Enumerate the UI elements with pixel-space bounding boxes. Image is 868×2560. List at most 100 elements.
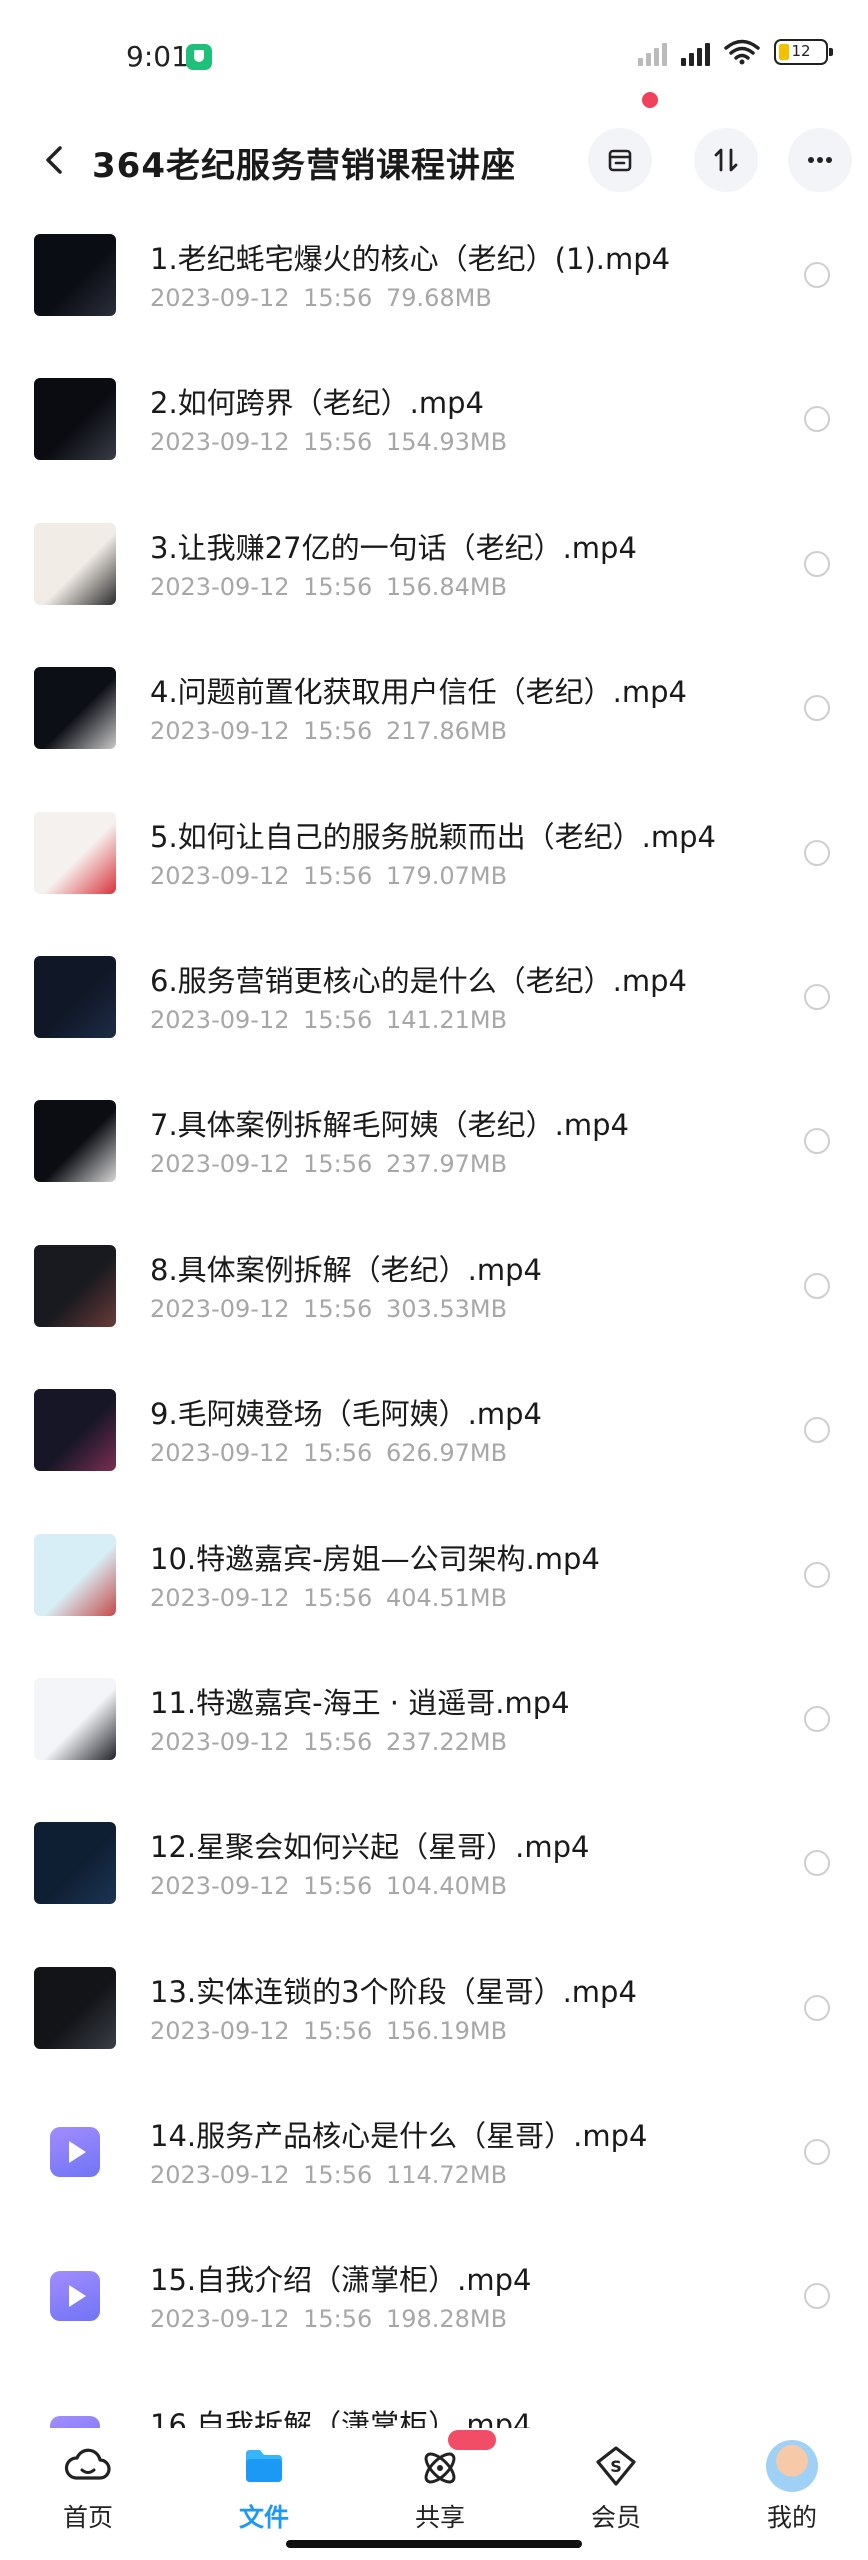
nav-share[interactable]: 共享 — [380, 2430, 500, 2540]
file-name: 10.特邀嘉宾-房姐—公司架构.mp4 — [150, 1541, 600, 1576]
back-button[interactable] — [30, 134, 82, 186]
sort-button[interactable] — [694, 128, 758, 192]
file-row[interactable]: 2.如何跨界（老纪）.mp4 2023-09-12 15:56 154.93MB — [0, 358, 868, 502]
share-badge — [448, 2430, 496, 2450]
file-time: 15:56 — [303, 1439, 373, 1468]
select-checkbox[interactable] — [804, 406, 830, 433]
video-thumbnail — [34, 234, 116, 316]
nav-files[interactable]: 文件 — [204, 2440, 324, 2540]
archive-button[interactable] — [588, 128, 652, 192]
file-date: 2023-09-12 — [150, 2161, 290, 2190]
file-row[interactable]: 10.特邀嘉宾-房姐—公司架构.mp4 2023-09-12 15:56 404.… — [0, 1514, 868, 1658]
file-time: 15:56 — [303, 1150, 373, 1179]
file-row[interactable]: 9.毛阿姨登场（毛阿姨）.mp4 2023-09-12 15:56 626.97M… — [0, 1369, 868, 1513]
more-button[interactable] — [788, 128, 852, 192]
file-time: 15:56 — [303, 428, 373, 457]
file-row[interactable]: 4.问题前置化获取用户信任（老纪）.mp4 2023-09-12 15:56 21… — [0, 647, 868, 791]
select-checkbox[interactable] — [804, 550, 830, 577]
select-checkbox[interactable] — [804, 695, 830, 722]
file-time: 15:56 — [303, 572, 373, 601]
file-size: 104.40MB — [385, 1872, 508, 1901]
file-date: 2023-09-12 — [150, 2016, 290, 2045]
file-time: 15:56 — [303, 2305, 373, 2334]
file-name: 6.服务营销更核心的是什么（老纪）.mp4 — [150, 963, 687, 998]
file-time: 15:56 — [303, 717, 373, 746]
file-size: 156.84MB — [385, 572, 508, 601]
home-cloud-icon — [62, 2440, 114, 2492]
file-row[interactable]: 13.实体连锁的3个阶段（星哥）.mp4 2023-09-12 15:56 156… — [0, 1947, 868, 2091]
file-row[interactable]: 1.老纪蚝宅爆火的核心（老纪）(1).mp4 2023-09-12 15:56 7… — [0, 214, 868, 358]
video-thumbnail — [34, 1533, 116, 1616]
file-name: 11.特邀嘉宾-海王 · 逍遥哥.mp4 — [150, 1685, 570, 1720]
file-name: 2.如何跨界（老纪）.mp4 — [150, 386, 484, 421]
file-name: 4.问题前置化获取用户信任（老纪）.mp4 — [150, 675, 687, 710]
file-time: 15:56 — [303, 1005, 373, 1034]
file-size: 156.19MB — [385, 2016, 508, 2045]
file-size: 303.53MB — [385, 1294, 508, 1323]
file-meta: 2023-09-12 15:56 237.22MB — [150, 1728, 507, 1756]
select-checkbox[interactable] — [804, 2283, 830, 2310]
file-time: 15:56 — [303, 1872, 373, 1901]
file-date: 2023-09-12 — [150, 717, 290, 746]
nav-profile[interactable]: 我的 — [732, 2440, 852, 2540]
file-row[interactable]: 12.星聚会如何兴起（星哥）.mp4 2023-09-12 15:56 104.4… — [0, 1802, 868, 1946]
file-size: 141.21MB — [385, 1005, 508, 1034]
file-size: 154.93MB — [385, 428, 508, 457]
video-thumbnail — [34, 811, 116, 894]
file-list: 1.老纪蚝宅爆火的核心（老纪）(1).mp4 2023-09-12 15:56 7… — [0, 214, 868, 2524]
select-checkbox[interactable] — [804, 1850, 830, 1877]
file-row[interactable]: 8.具体案例拆解（老纪）.mp4 2023-09-12 15:56 303.53M… — [0, 1225, 868, 1369]
file-time: 15:56 — [303, 2016, 373, 2045]
file-meta: 2023-09-12 15:56 154.93MB — [150, 428, 507, 456]
file-size: 79.68MB — [385, 284, 492, 312]
status-icons: 12 — [638, 38, 833, 66]
file-size: 179.07MB — [385, 861, 508, 890]
nav-vip[interactable]: S 会员 — [556, 2440, 676, 2540]
file-name: 15.自我介绍（潇掌柜）.mp4 — [150, 2263, 532, 2298]
file-date: 2023-09-12 — [150, 1294, 290, 1323]
file-date: 2023-09-12 — [150, 1727, 290, 1756]
file-size: 198.28MB — [385, 2305, 508, 2334]
file-meta: 2023-09-12 15:56 156.19MB — [150, 2017, 507, 2045]
file-name: 1.老纪蚝宅爆火的核心（老纪）(1).mp4 — [150, 242, 671, 276]
file-time: 15:56 — [303, 2161, 373, 2190]
file-size: 626.97MB — [385, 1439, 508, 1468]
select-checkbox[interactable] — [804, 983, 830, 1010]
select-checkbox[interactable] — [804, 839, 830, 866]
video-thumbnail — [34, 1100, 116, 1183]
nav-share-label: 共享 — [414, 2503, 465, 2532]
play-icon — [50, 2271, 100, 2322]
file-size: 237.97MB — [385, 1150, 508, 1179]
file-time: 15:56 — [303, 1583, 373, 1612]
file-meta: 2023-09-12 15:56 141.21MB — [150, 1006, 507, 1034]
select-checkbox[interactable] — [804, 262, 830, 288]
security-shield-icon — [186, 44, 212, 70]
file-meta: 2023-09-12 15:56 217.86MB — [150, 717, 507, 745]
file-row[interactable]: 6.服务营销更核心的是什么（老纪）.mp4 2023-09-12 15:56 14… — [0, 936, 868, 1080]
file-date: 2023-09-12 — [150, 2305, 290, 2334]
file-meta: 2023-09-12 15:56 198.28MB — [150, 2305, 507, 2333]
video-file-icon — [34, 2111, 116, 2193]
battery-icon: 12 — [774, 39, 833, 65]
file-row[interactable]: 11.特邀嘉宾-海王 · 逍遥哥.mp4 2023-09-12 15:56 237… — [0, 1658, 868, 1802]
file-row[interactable]: 7.具体案例拆解毛阿姨（老纪）.mp4 2023-09-12 15:56 237.… — [0, 1080, 868, 1224]
file-time: 15:56 — [303, 1294, 373, 1323]
select-checkbox[interactable] — [804, 1417, 830, 1444]
select-checkbox[interactable] — [804, 1561, 830, 1588]
select-checkbox[interactable] — [804, 1272, 830, 1299]
video-thumbnail — [34, 1244, 116, 1327]
select-checkbox[interactable] — [804, 1705, 830, 1732]
file-row[interactable]: 15.自我介绍（潇掌柜）.mp4 2023-09-12 15:56 198.28M… — [0, 2235, 868, 2379]
select-checkbox[interactable] — [804, 1994, 830, 2021]
video-thumbnail — [34, 1389, 116, 1472]
nav-files-label: 文件 — [238, 2503, 289, 2532]
select-checkbox[interactable] — [804, 2139, 830, 2166]
file-row[interactable]: 3.让我赚27亿的一句话（老纪）.mp4 2023-09-12 15:56 156… — [0, 503, 868, 647]
file-name: 3.让我赚27亿的一句话（老纪）.mp4 — [150, 530, 637, 565]
nav-home[interactable]: 首页 — [28, 2440, 148, 2540]
svg-text:S: S — [610, 2457, 622, 2476]
file-row[interactable]: 5.如何让自己的服务脱颖而出（老纪）.mp4 2023-09-12 15:56 1… — [0, 792, 868, 936]
file-size: 404.51MB — [385, 1583, 508, 1612]
select-checkbox[interactable] — [804, 1128, 830, 1155]
file-row[interactable]: 14.服务产品核心是什么（星哥）.mp4 2023-09-12 15:56 114… — [0, 2091, 868, 2235]
